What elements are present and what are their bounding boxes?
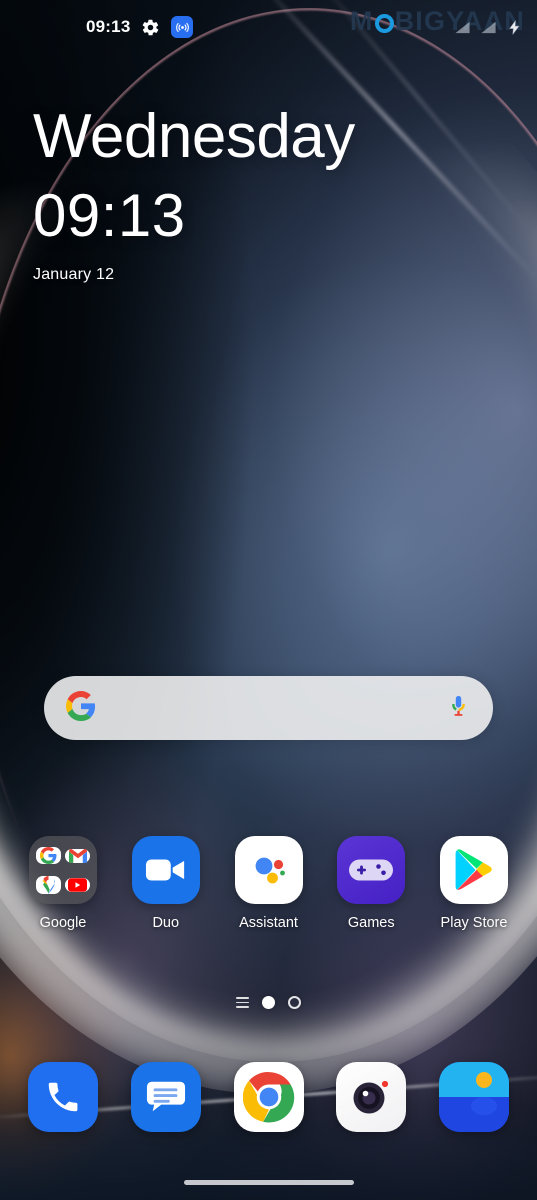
navigation-bar[interactable]	[0, 1164, 537, 1200]
gallery-icon[interactable]	[439, 1062, 509, 1132]
youtube-icon	[65, 877, 90, 892]
gmail-icon	[65, 848, 90, 863]
status-bar-right	[454, 18, 523, 37]
camera-icon[interactable]	[336, 1062, 407, 1132]
dock	[0, 1062, 537, 1132]
gesture-pill[interactable]	[183, 1179, 354, 1185]
microphone-icon[interactable]	[446, 693, 471, 723]
clock-widget[interactable]: Wednesday 09:13 January 12	[33, 104, 355, 284]
status-bar-clock: 09:13	[86, 17, 131, 36]
gamepad-icon[interactable]	[337, 836, 406, 904]
dock-app-messages[interactable]	[125, 1062, 207, 1132]
phone-icon[interactable]	[28, 1062, 98, 1132]
google-folder-icon[interactable]	[29, 836, 97, 904]
dock-app-phone[interactable]	[22, 1062, 104, 1132]
hotspot-icon	[171, 16, 194, 38]
signal-icon	[454, 19, 471, 36]
duo-video-icon[interactable]	[131, 836, 200, 904]
status-bar[interactable]: 09:13	[0, 0, 537, 54]
app-label: Play Store	[440, 915, 508, 931]
charging-bolt-icon	[506, 18, 523, 37]
wifi-icon	[480, 19, 497, 36]
dock-app-chrome[interactable]	[228, 1062, 310, 1132]
app-grid: Google Duo Assistant Games Play Store	[0, 836, 537, 931]
clock-widget-day: Wednesday	[33, 102, 355, 171]
app-label: Assistant	[239, 915, 298, 931]
clock-widget-time: 09:13	[33, 182, 186, 249]
dock-app-camera[interactable]	[330, 1062, 412, 1132]
lines-icon[interactable]	[236, 997, 249, 1008]
app-label: Duo	[152, 915, 180, 931]
app-label: Google	[39, 915, 87, 931]
clock-widget-date: January 12	[33, 266, 115, 283]
status-bar-left: 09:13	[86, 16, 194, 38]
google-g-icon	[36, 847, 61, 864]
app-google-folder[interactable]: Google	[22, 836, 104, 931]
app-games[interactable]: Games	[330, 836, 412, 931]
messages-icon[interactable]	[130, 1062, 201, 1132]
chrome-icon[interactable]	[233, 1062, 304, 1132]
google-search-bar[interactable]	[44, 676, 493, 740]
page-indicator[interactable]	[0, 996, 537, 1009]
assistant-icon[interactable]	[234, 836, 303, 904]
maps-icon	[36, 875, 61, 894]
app-label: Games	[347, 915, 395, 931]
page-dot-active[interactable]	[262, 996, 275, 1009]
app-duo[interactable]: Duo	[125, 836, 207, 931]
gear-icon	[141, 18, 160, 37]
app-assistant[interactable]: Assistant	[228, 836, 310, 931]
play-store-icon[interactable]	[440, 836, 508, 904]
dock-app-gallery[interactable]	[433, 1062, 515, 1132]
google-g-icon	[66, 690, 96, 726]
home-screen: M BIGYAAN 09:13 Wednesday 09:13 January …	[0, 0, 537, 1200]
app-play-store[interactable]: Play Store	[433, 836, 515, 931]
page-dot-inactive[interactable]	[288, 996, 301, 1009]
